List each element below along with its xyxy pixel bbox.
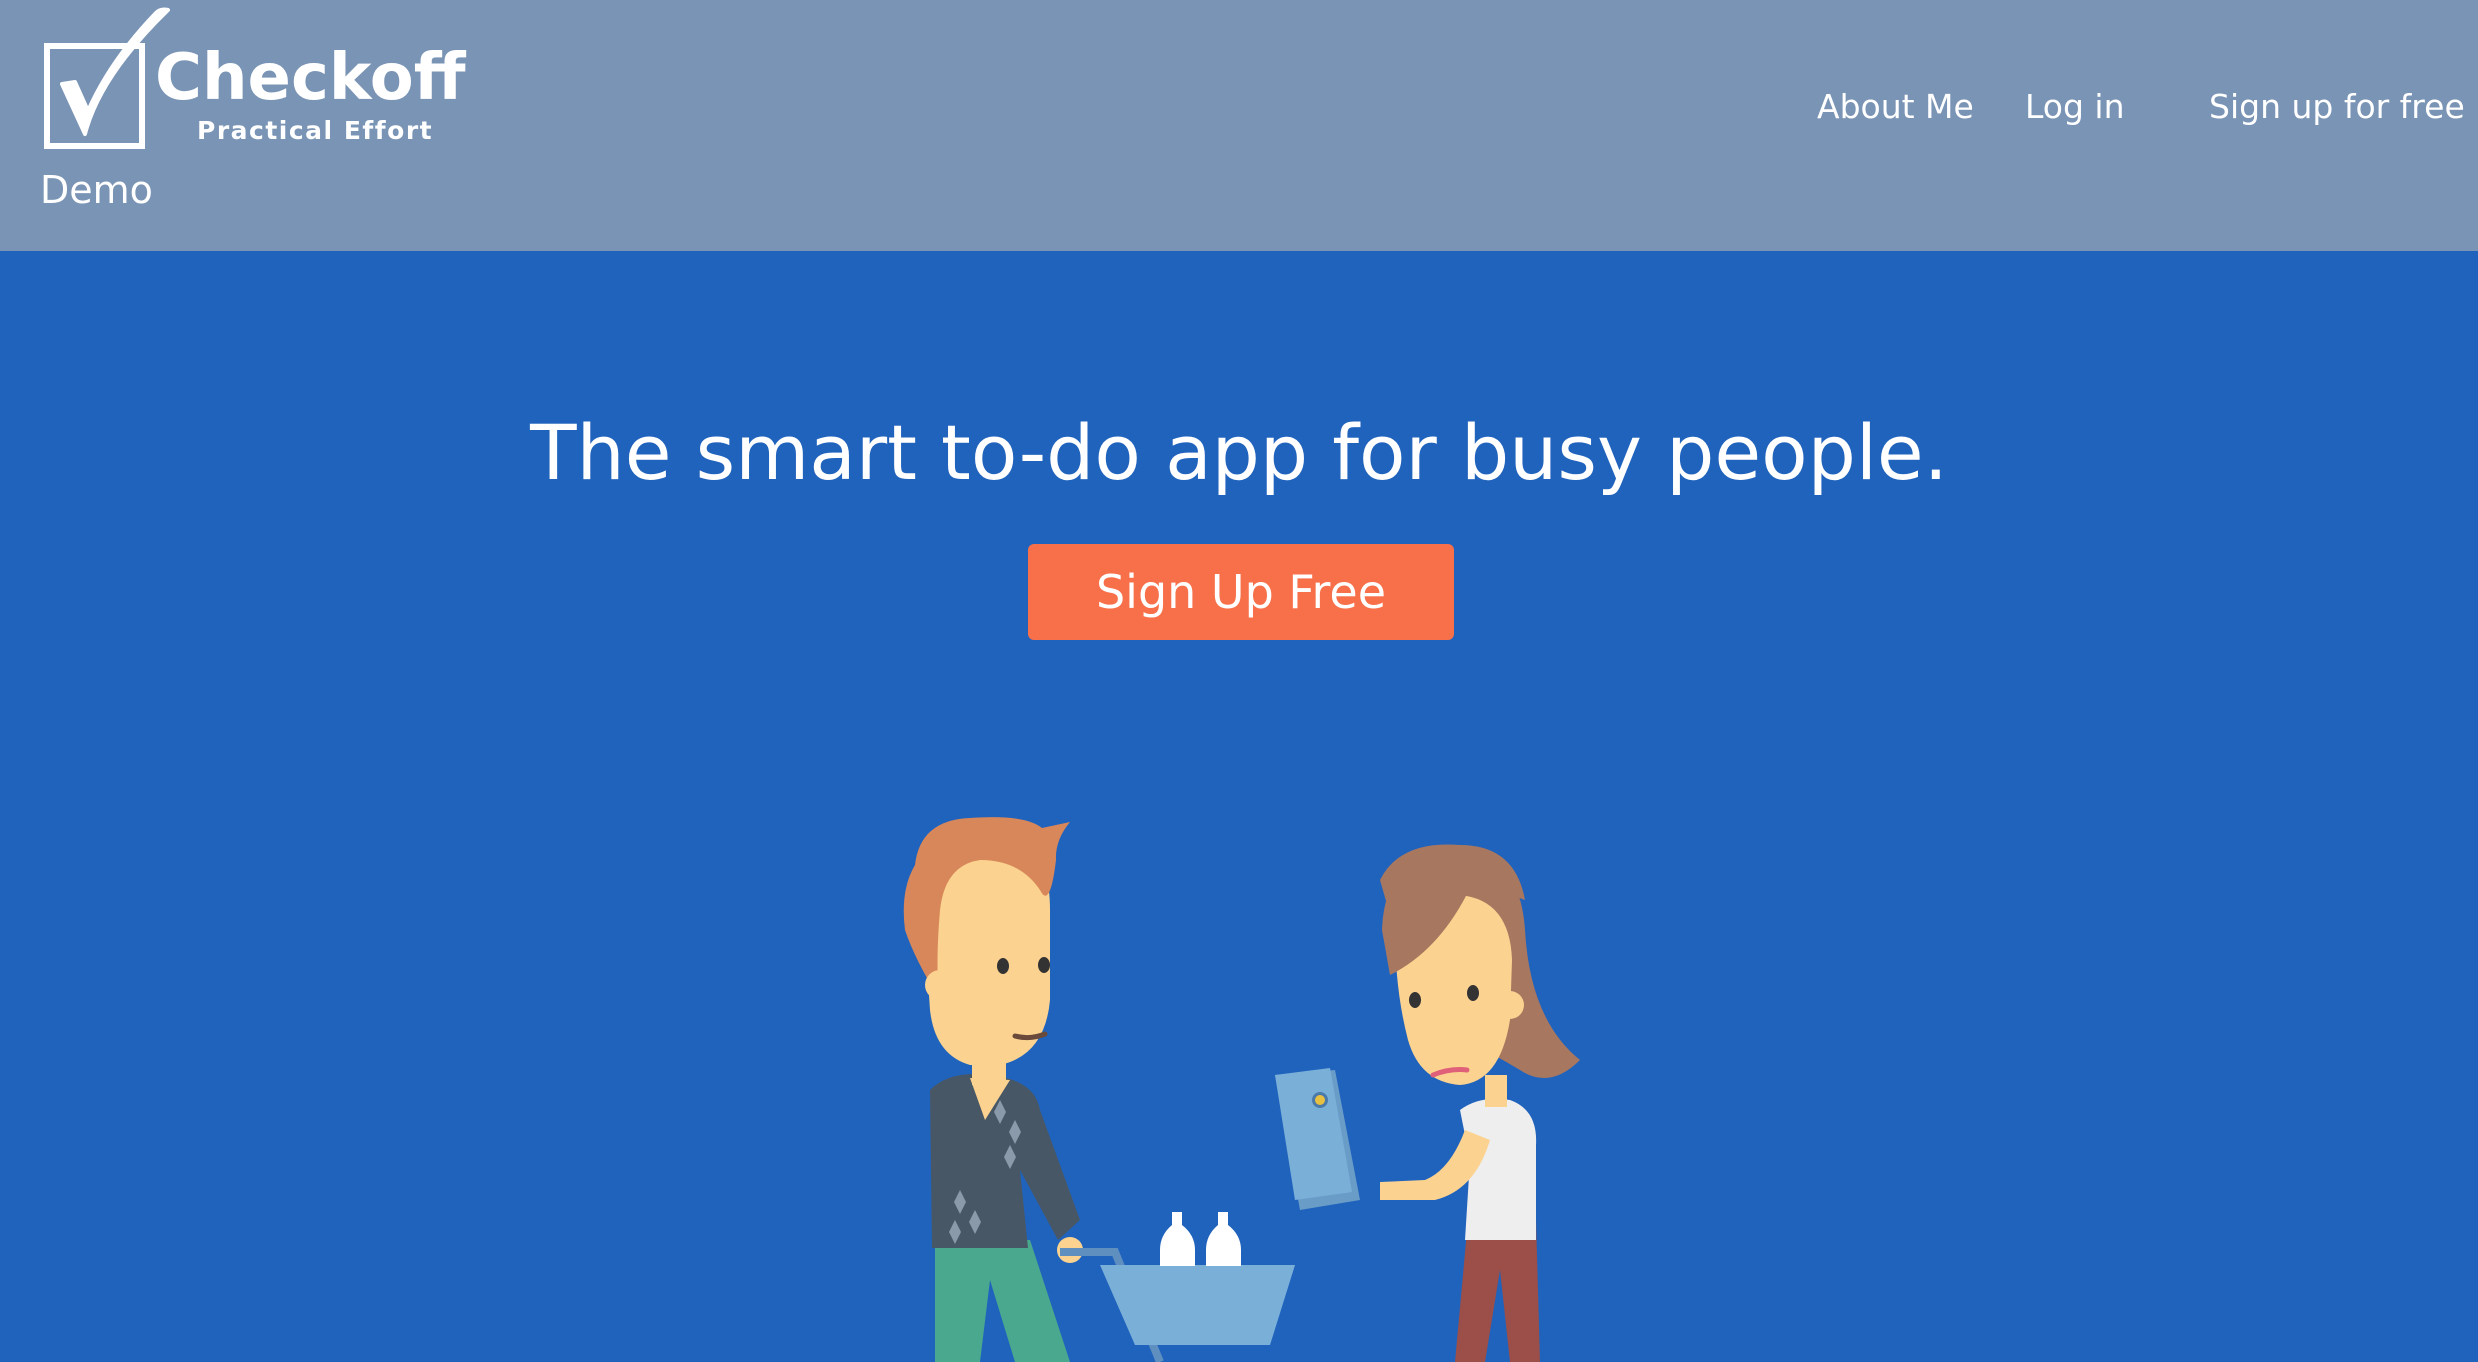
shopping-cart [1060, 1212, 1295, 1362]
nav-about-me[interactable]: About Me [1817, 86, 1974, 128]
nav-links: About Me Log in Sign up for free [0, 86, 2478, 136]
top-navbar: Checkoff Practical Effort Demo About Me … [0, 0, 2478, 251]
sign-up-free-button[interactable]: Sign Up Free [1028, 544, 1454, 640]
man-figure [903, 817, 1083, 1362]
demo-link[interactable]: Demo [40, 168, 153, 212]
shopping-people-illustration [903, 817, 1580, 1362]
hero-title: The smart to-do app for busy people. [530, 408, 1948, 497]
nav-log-in[interactable]: Log in [2025, 86, 2125, 128]
woman-figure [1275, 844, 1580, 1362]
nav-sign-up[interactable]: Sign up for free [2209, 86, 2465, 128]
